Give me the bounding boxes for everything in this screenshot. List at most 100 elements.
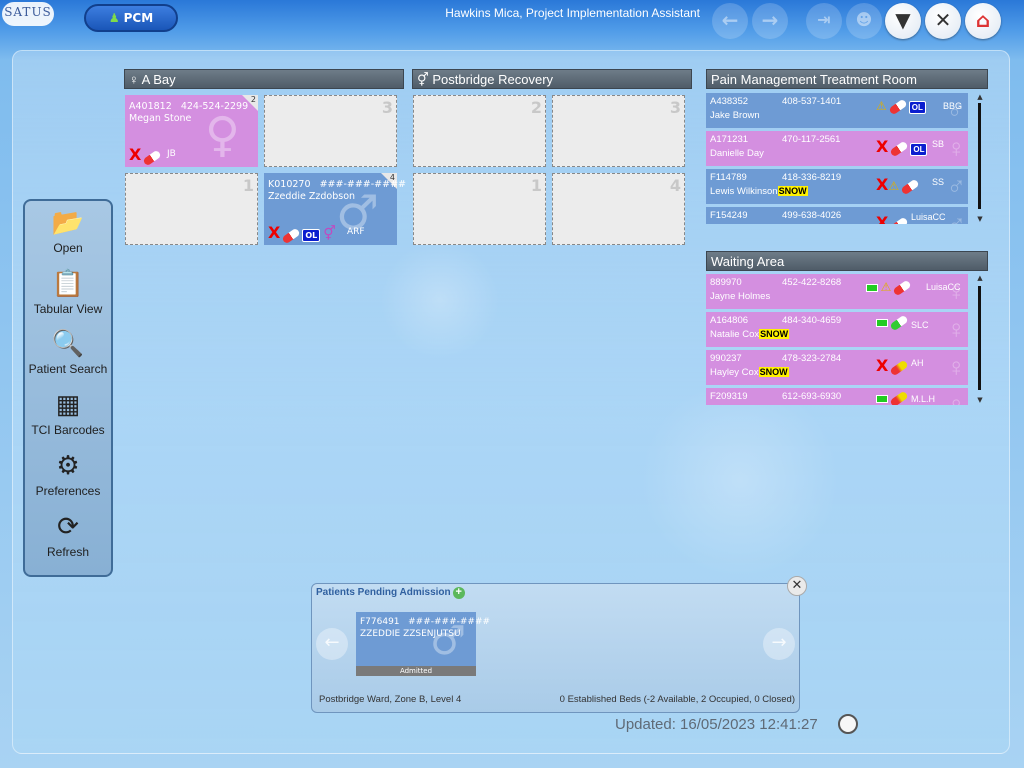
pending-title-line: Patients Pending Admission + — [316, 587, 465, 599]
list-item[interactable]: 990237 478-323-2784 Hayley CoxSNOW X AH ♀ — [706, 350, 968, 385]
scroll-up-icon[interactable]: ▲ — [976, 93, 984, 101]
patient-name: Megan Stone — [129, 113, 192, 124]
male-silhouette-icon: ♂ — [946, 171, 967, 201]
staff-initials: M.L.H — [911, 394, 936, 404]
patient-name: Hayley Cox — [710, 367, 759, 378]
nav-patient-search[interactable]: 🔍 Patient Search — [25, 326, 111, 384]
bed-card[interactable]: 4 ♂ K010270 ###-###-#### Zzeddie Zzdobso… — [264, 173, 406, 245]
list-item[interactable]: F154249 499-638-4026 X LuisaCC ♂ — [706, 207, 968, 224]
list-item[interactable]: F209319 612-693-6930 M.L.H ♀ — [706, 388, 968, 405]
bed-number: 3 — [669, 98, 681, 117]
warning-icon: ⚠ — [876, 99, 887, 113]
bed-number: 2 — [530, 98, 542, 117]
pcm-module-button[interactable]: ♟ PCM — [84, 4, 178, 32]
beds-summary: 0 Established Beds (-2 Available, 2 Occu… — [559, 694, 795, 705]
nav-refresh[interactable]: ⟳ Refresh — [25, 509, 111, 567]
ward-header-postbridge: ⚥ Postbridge Recovery — [412, 69, 692, 89]
patient-phone: 418-336-8219 — [782, 172, 842, 183]
scroll-down-icon[interactable]: ▼ — [976, 396, 984, 404]
next-button[interactable]: → — [763, 628, 795, 660]
add-icon[interactable]: + — [452, 587, 465, 599]
nav-open[interactable]: 📂 Open — [25, 205, 111, 263]
users-icon: ♟ — [108, 11, 120, 25]
forward-button[interactable]: → — [752, 3, 788, 39]
patient-name: Lewis Wilkinson — [710, 186, 778, 197]
patient-phone: 499-638-4026 — [782, 210, 842, 221]
patient-id-phone: F776491 ###-###-#### — [360, 617, 490, 627]
patient-phone: 408-537-1401 — [782, 96, 842, 107]
medication-icon — [892, 280, 913, 297]
scroll-thumb[interactable] — [978, 103, 981, 209]
home-button[interactable]: ⌂ — [965, 3, 1001, 39]
empty-bed[interactable]: 1 — [125, 173, 258, 245]
staff-initials: AH — [911, 358, 924, 368]
nav-tci-barcodes[interactable]: ▦ TCI Barcodes — [25, 387, 111, 445]
mixed-ward-icon: ⚥ — [417, 72, 433, 87]
medication-icon — [900, 179, 920, 196]
list-item[interactable]: 889970 452-422-8268 Jayne Holmes ⚠ LuisaCC… — [706, 274, 968, 309]
empty-bed[interactable]: 3 — [264, 95, 397, 167]
logout-button[interactable]: ⇥ — [806, 3, 842, 39]
patient-name: Jayne Holmes — [710, 291, 771, 302]
patient-id: 990237 — [710, 353, 742, 364]
pain-room-scrollbar[interactable]: ▲ ▼ — [976, 93, 984, 223]
patient-id: F154249 — [710, 210, 748, 221]
nav-preferences[interactable]: ⚙ Preferences — [25, 448, 111, 506]
female-ward-icon: ♀ — [129, 72, 142, 87]
alert-icons: X OL — [876, 137, 928, 158]
list-item[interactable]: A438352 408-537-1401 Jake Brown ⚠ OL BBG ♂ — [706, 93, 968, 128]
x-alert-icon: X — [876, 137, 889, 156]
list-item[interactable]: A171231 470-117-2561 Danielle Day X OL SB ♀ — [706, 131, 968, 166]
patient-phone: 484-340-4659 — [782, 315, 842, 326]
empty-bed[interactable]: 1 — [413, 173, 546, 245]
medication-icon — [889, 391, 909, 405]
bed-number: 2 — [250, 95, 256, 104]
empty-bed[interactable]: 4 — [552, 173, 685, 245]
list-item[interactable]: A164806 484-340-4659 Natalie CoxSNOW SLC ♀ — [706, 312, 968, 347]
ward-header-waiting-area: Waiting Area — [706, 251, 988, 271]
alert-icons: X⚠ — [876, 175, 921, 196]
users-icon: ☻ — [855, 10, 873, 29]
close-pending-button[interactable]: ✕ — [787, 576, 807, 596]
scroll-down-icon[interactable]: ▼ — [976, 215, 984, 223]
scroll-up-icon[interactable]: ▲ — [976, 274, 984, 282]
scroll-thumb[interactable] — [978, 286, 981, 390]
ward-title: A Bay — [141, 72, 176, 87]
x-alert-icon: X — [876, 356, 889, 375]
ward-location: Postbridge Ward, Zone B, Level 4 — [319, 694, 462, 705]
nav-open-label: Open — [53, 241, 83, 255]
warning-icon: ⚠ — [880, 280, 892, 294]
x-alert-icon: X — [876, 213, 889, 224]
ward-title: Postbridge Recovery — [432, 72, 554, 87]
arrow-right-icon: → — [771, 632, 787, 653]
snow-badge: SNOW — [758, 367, 789, 377]
bed-card[interactable]: 2 ♀ A401812 424-524-2299 Megan Stone X J… — [125, 95, 258, 167]
side-navigation: 📂 Open 📋 Tabular View 🔍 Patient Search ▦ TCI… — [23, 199, 113, 577]
patient-name: Danielle Day — [710, 148, 764, 159]
users-button[interactable]: ☻ — [846, 3, 882, 39]
patient-name-line: Lewis WilkinsonSNOW — [710, 186, 808, 197]
alert-icons — [876, 315, 910, 332]
bed-number: 3 — [381, 98, 393, 117]
list-item[interactable]: F114789 418-336-8219 Lewis WilkinsonSNOW X… — [706, 169, 968, 204]
home-icon: ⌂ — [975, 8, 991, 32]
filter-button[interactable]: ▼ — [885, 3, 921, 39]
medication-icon — [889, 217, 910, 224]
auto-refresh-toggle[interactable] — [838, 714, 858, 734]
alert-icons: X — [876, 356, 910, 377]
pending-patient-card[interactable]: ♂ F776491 ###-###-#### ZZEDDIE ZZSENJUTS… — [356, 612, 490, 676]
back-button[interactable]: ← — [712, 3, 748, 39]
alert-icons: ⚠ — [866, 280, 913, 297]
empty-bed[interactable]: 2 — [413, 95, 546, 167]
close-button[interactable]: ✕ — [925, 3, 961, 39]
empty-bed[interactable]: 3 — [552, 95, 685, 167]
medication-icon — [889, 360, 910, 377]
waiting-area-scrollbar[interactable]: ▲ ▼ — [976, 274, 984, 404]
nav-tabular-view[interactable]: 📋 Tabular View — [25, 266, 111, 324]
previous-button[interactable]: ← — [316, 628, 348, 660]
gear-icon: ⚙ — [56, 450, 80, 480]
nav-preferences-label: Preferences — [35, 484, 101, 498]
staff-initials: SLC — [911, 320, 929, 330]
pain-room-list: A438352 408-537-1401 Jake Brown ⚠ OL BBG ♂ A… — [706, 93, 968, 224]
search-icon: 🔍 — [51, 328, 85, 358]
